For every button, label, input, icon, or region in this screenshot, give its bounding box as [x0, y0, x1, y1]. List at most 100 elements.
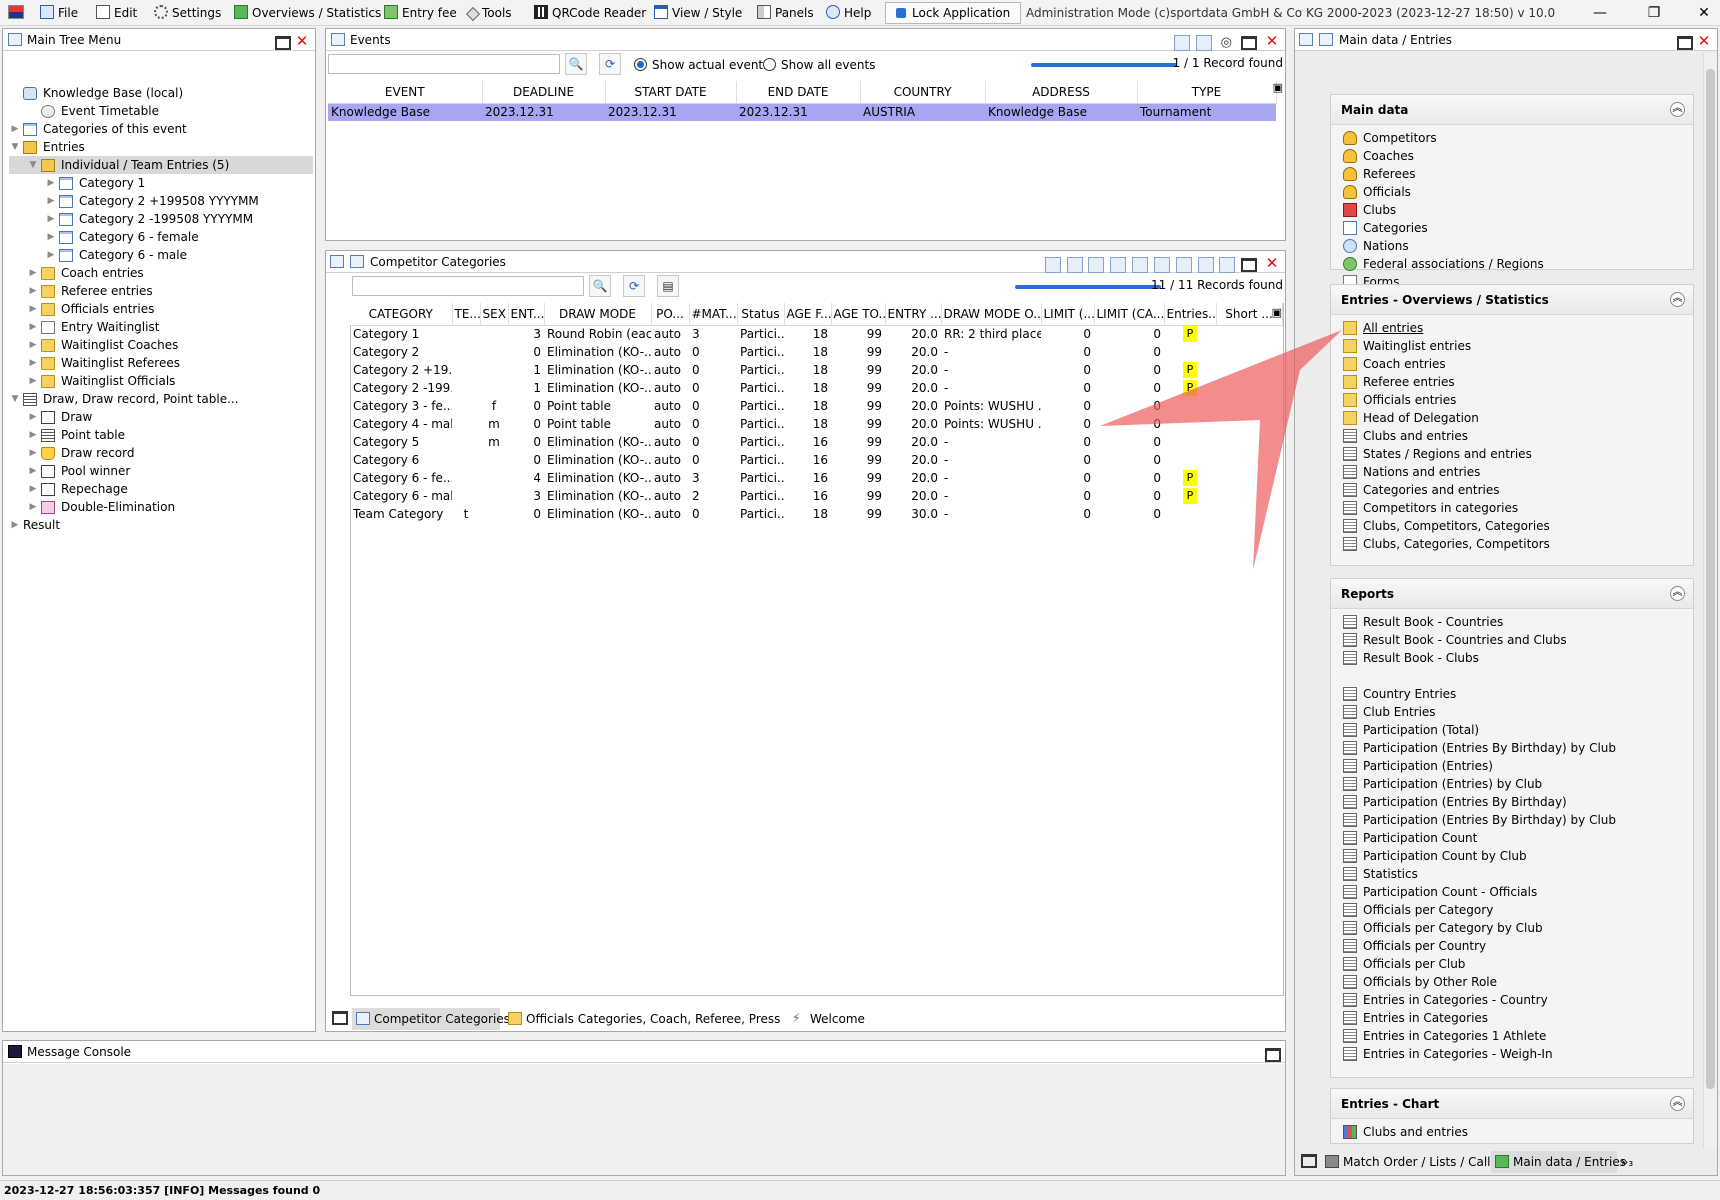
window-icon[interactable] — [1241, 35, 1258, 50]
menu-entry-fee[interactable]: Entry fee — [384, 3, 457, 23]
section-item[interactable]: Clubs, Competitors, Categories — [1331, 517, 1693, 535]
table-row[interactable]: Category 6 - fe... 4 Elimination (KO-... au… — [350, 469, 1282, 487]
section-item[interactable]: Federal associations / Regions — [1331, 255, 1693, 273]
tab-welcome[interactable]: ⚡ Welcome — [788, 1008, 868, 1030]
show-all-events-radio[interactable]: Show all events — [763, 56, 875, 74]
section-item[interactable]: Entries in Categories - Country — [1331, 991, 1693, 1009]
window-icon[interactable] — [275, 35, 291, 50]
tree-item[interactable]: ▶ Entry Waitinglist — [9, 318, 313, 336]
columns-icon[interactable] — [1219, 256, 1236, 273]
show-actual-events-radio[interactable]: Show actual events — [634, 56, 769, 74]
section-item[interactable]: Participation Count - Officials — [1331, 883, 1693, 901]
column-header[interactable]: Status — [737, 303, 785, 326]
close-icon[interactable]: ✕ — [293, 32, 311, 50]
table-icon[interactable] — [1153, 256, 1170, 273]
column-header[interactable]: AGE F... — [784, 303, 832, 326]
lock-application-button[interactable]: Lock Application — [885, 2, 1021, 24]
section-item[interactable]: Participation (Entries) — [1331, 757, 1693, 775]
tree-item[interactable]: ▶ Category 6 - male — [9, 246, 313, 264]
close-window-icon[interactable]: ✕ — [1694, 3, 1714, 23]
section-item[interactable]: Participation (Entries) by Club — [1331, 775, 1693, 793]
column-header[interactable]: ENTRY ... — [885, 303, 942, 326]
note-icon[interactable] — [1132, 256, 1149, 273]
close-icon[interactable]: ✕ — [1695, 32, 1713, 50]
menu-overviews[interactable]: Overviews / Statistics — [234, 3, 381, 23]
column-header[interactable]: START DATE — [605, 81, 737, 104]
section-item[interactable]: Entries in Categories - Weigh-In — [1331, 1045, 1693, 1063]
expand-toggle-icon[interactable]: ▶ — [27, 498, 39, 516]
section-item[interactable]: All entries — [1331, 319, 1693, 337]
section-item[interactable]: Participation (Entries By Birthday) by C… — [1331, 811, 1693, 829]
save-icon[interactable]: ▤ — [657, 275, 679, 297]
column-header[interactable]: SEX — [480, 303, 509, 326]
expand-toggle-icon[interactable]: ▶ — [27, 300, 39, 318]
table-row[interactable]: Category 2 -199... 1 Elimination (KO-... au… — [350, 379, 1282, 397]
open-folder-icon[interactable] — [1195, 34, 1212, 51]
menu-file[interactable]: File — [40, 3, 78, 23]
event-search-input[interactable] — [328, 54, 560, 74]
scrollbar[interactable] — [1703, 53, 1717, 1149]
column-header[interactable]: LIMIT (... — [1041, 303, 1095, 326]
collapse-toggle-icon[interactable]: ▼ — [27, 156, 39, 174]
expand-toggle-icon[interactable]: ▶ — [27, 282, 39, 300]
section-item[interactable]: Clubs and entries — [1331, 427, 1693, 445]
tree-item[interactable]: ▶ Result — [9, 516, 313, 534]
grid-icon[interactable] — [1175, 256, 1192, 273]
search-icon[interactable]: 🔍 — [589, 275, 611, 297]
window-icon[interactable] — [332, 1011, 348, 1025]
column-header[interactable]: DRAW MODE O... — [941, 303, 1042, 326]
column-header[interactable]: PO... — [651, 303, 690, 326]
collapse-toggle-icon[interactable]: ▼ — [9, 138, 21, 156]
expand-toggle-icon[interactable]: ▶ — [27, 354, 39, 372]
table-row[interactable]: Category 1 3 Round Robin (eac...auto 3 Parti… — [350, 325, 1282, 343]
form-icon[interactable] — [1088, 256, 1105, 273]
minimize-icon[interactable]: — — [1590, 3, 1610, 23]
column-header[interactable]: ENT... — [508, 303, 545, 326]
column-header[interactable]: DRAW MODE — [544, 303, 652, 326]
table-row[interactable]: Category 6 - male 3 Elimination (KO-... aut… — [350, 487, 1282, 505]
section-item[interactable]: Head of Delegation — [1331, 409, 1693, 427]
expand-toggle-icon[interactable]: ▶ — [45, 210, 57, 228]
expand-toggle-icon[interactable]: ▶ — [9, 120, 21, 138]
column-header[interactable]: TE... — [452, 303, 481, 326]
expand-toggle-icon[interactable]: ▶ — [27, 426, 39, 444]
section-item[interactable]: Clubs, Categories, Competitors — [1331, 535, 1693, 553]
section-item[interactable]: Result Book - Countries and Clubs — [1331, 631, 1693, 649]
column-chooser-icon[interactable]: ▣ — [1273, 81, 1283, 94]
tree-item[interactable]: ▶ Category 2 -199508 YYYYMM — [9, 210, 313, 228]
section-item[interactable]: Club Entries — [1331, 703, 1693, 721]
section-item[interactable]: Result Book - Clubs — [1331, 649, 1693, 667]
expand-toggle-icon[interactable]: ▶ — [45, 174, 57, 192]
tree-item[interactable]: ▼ Entries — [9, 138, 313, 156]
column-header[interactable]: AGE TO... — [831, 303, 886, 326]
category-search-input[interactable] — [352, 276, 584, 296]
tree-item[interactable]: ▶ Repechage — [9, 480, 313, 498]
expand-toggle-icon[interactable]: ▶ — [27, 318, 39, 336]
section-item[interactable]: Participation Count by Club — [1331, 847, 1693, 865]
close-icon[interactable]: ✕ — [1263, 254, 1281, 272]
search-icon[interactable]: 🔍 — [565, 53, 587, 75]
section-item[interactable]: Officials per Category — [1331, 901, 1693, 919]
list-icon[interactable] — [1110, 256, 1127, 273]
menu-edit[interactable]: Edit — [96, 3, 137, 23]
expand-toggle-icon[interactable]: ▶ — [9, 516, 21, 534]
section-header[interactable]: Entries - Chart ︽ — [1331, 1089, 1693, 1119]
column-header[interactable]: COUNTRY — [860, 81, 986, 104]
column-header[interactable]: ADDRESS — [985, 81, 1138, 104]
section-header[interactable]: Entries - Overviews / Statistics ︽ — [1331, 285, 1693, 315]
refresh-icon[interactable]: ⟳ — [623, 275, 645, 297]
section-item[interactable]: Competitors in categories — [1331, 499, 1693, 517]
tree-item[interactable]: ▼ Individual / Team Entries (5) — [9, 156, 313, 174]
section-item[interactable]: Officials per Country — [1331, 937, 1693, 955]
tree-item[interactable]: ▶ Officials entries — [9, 300, 313, 318]
column-chooser-icon[interactable]: ▣ — [1272, 306, 1282, 319]
paste-icon[interactable] — [1066, 256, 1083, 273]
section-item[interactable]: Participation Count — [1331, 829, 1693, 847]
collapse-toggle-icon[interactable]: ▼ — [9, 390, 21, 408]
section-item[interactable]: Participation (Entries By Birthday) by C… — [1331, 739, 1693, 757]
settings-icon[interactable]: ◎ — [1217, 34, 1235, 52]
section-header[interactable]: Main data ︽ — [1331, 95, 1693, 125]
section-item[interactable]: Officials per Club — [1331, 955, 1693, 973]
menu-settings[interactable]: Settings — [154, 3, 221, 23]
section-item[interactable]: Statistics — [1331, 865, 1693, 883]
